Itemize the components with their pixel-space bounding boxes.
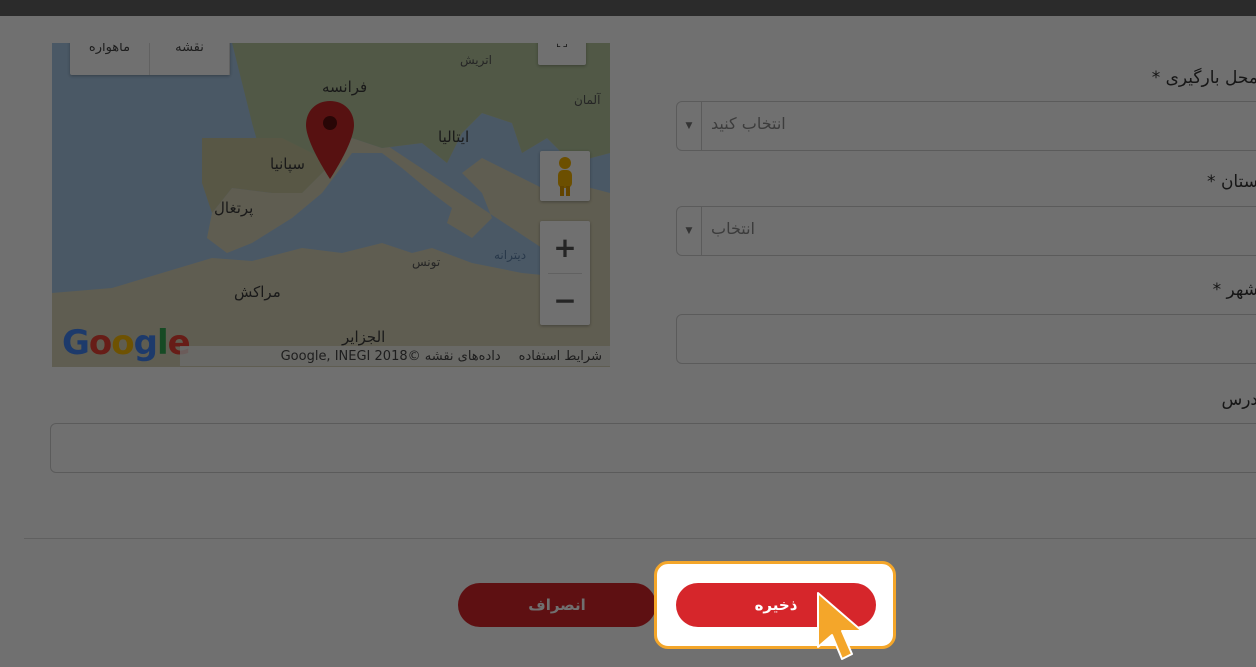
map-label-tunisia: تونس — [412, 255, 441, 269]
modal-panel: ماهواره نقشه ⛶ فرانسه سپانیا پرتغال ایتا… — [0, 16, 1256, 667]
map-type-toggle[interactable]: ماهواره نقشه — [70, 43, 230, 75]
province-select[interactable]: ▼ انتخاب — [676, 206, 1256, 256]
zoom-in-button[interactable]: + — [540, 221, 590, 273]
loading-place-placeholder: انتخاب کنید — [711, 114, 786, 133]
city-input[interactable] — [676, 314, 1256, 364]
province-label: ستان * — [1207, 172, 1256, 192]
address-input[interactable] — [50, 423, 1256, 473]
map-label-spain: سپانیا — [270, 155, 305, 173]
map-label-germany: آلمان — [574, 93, 601, 107]
loading-place-label: محل بارگیری * — [1151, 68, 1256, 88]
map-label-med-sea: دیترانه — [494, 248, 527, 262]
chevron-down-icon: ▼ — [677, 207, 702, 255]
google-logo: Google — [62, 323, 191, 363]
map-type-map[interactable]: نقشه — [150, 43, 230, 75]
loading-place-select[interactable]: ▼ انتخاب کنید — [676, 101, 1256, 151]
map-label-algeria: الجزایر — [342, 328, 386, 346]
top-bar — [0, 0, 1256, 16]
map-terms-link[interactable]: شرایط استفاده — [519, 349, 602, 364]
chevron-down-icon: ▼ — [677, 102, 702, 150]
zoom-out-button[interactable]: − — [540, 274, 590, 326]
map-label-morocco: مراکش — [234, 283, 281, 301]
map-pin-icon[interactable] — [304, 99, 356, 183]
map-label-austria: اتریش — [460, 53, 492, 67]
map-label-france: فرانسه — [322, 78, 368, 96]
fullscreen-icon[interactable]: ⛶ — [538, 43, 586, 65]
street-view-pegman-icon[interactable] — [540, 151, 590, 201]
map-data-attribution: داده‌های نقشه ©2018 Google, INEGI — [280, 348, 501, 364]
city-label: شهر * — [1212, 280, 1256, 300]
footer-divider — [24, 538, 1256, 539]
map-label-portugal: پرتغال — [214, 199, 254, 217]
cancel-button[interactable]: انصراف — [458, 583, 656, 627]
pointer-cursor-icon — [817, 592, 863, 660]
map-attribution: شرایط استفاده داده‌های نقشه ©2018 Google… — [180, 346, 610, 366]
map-label-italy: ایتالیا — [438, 128, 470, 146]
zoom-controls: + − — [540, 221, 590, 325]
province-placeholder: انتخاب — [711, 219, 755, 238]
address-label: درس — [1221, 390, 1256, 410]
map-type-satellite[interactable]: ماهواره — [70, 43, 150, 75]
map-widget[interactable]: ماهواره نقشه ⛶ فرانسه سپانیا پرتغال ایتا… — [52, 43, 610, 367]
